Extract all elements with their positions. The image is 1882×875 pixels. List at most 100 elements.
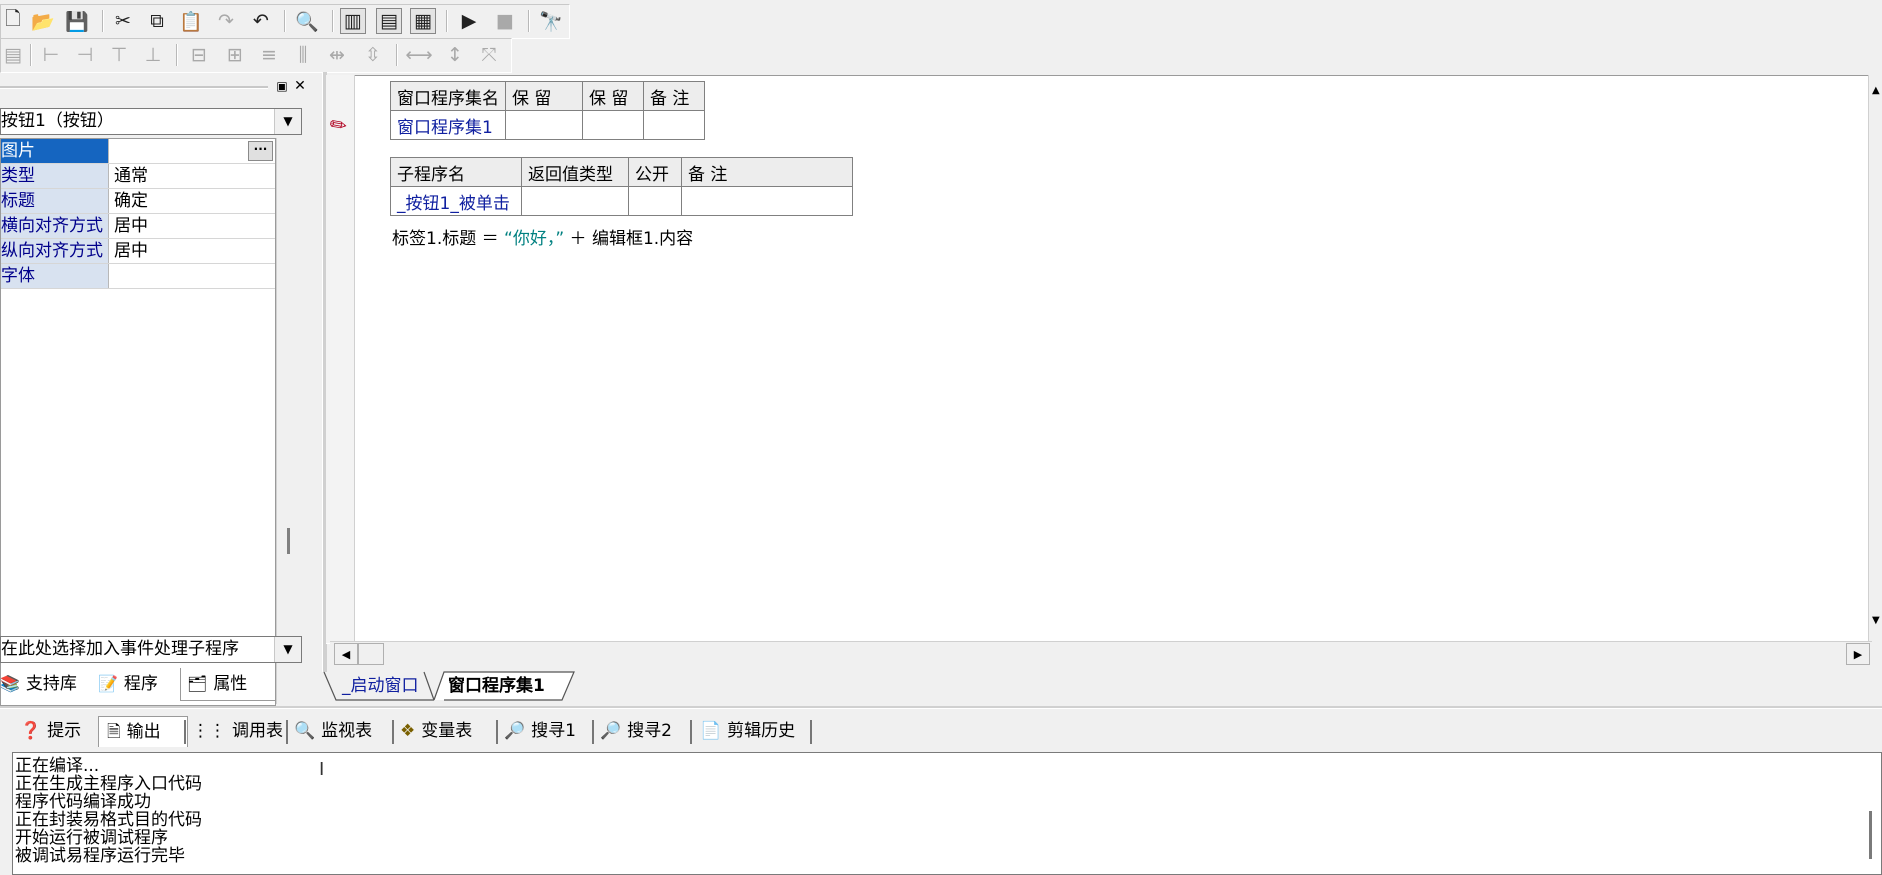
scroll-down-icon[interactable]: ▼	[1872, 615, 1880, 626]
align-top-icon[interactable]: ⊤	[106, 42, 132, 68]
output-line: 程序代码编译成功	[15, 792, 151, 812]
distribute-v-icon[interactable]: ⇳	[360, 42, 386, 68]
chevron-down-icon[interactable]: ▼	[274, 109, 301, 134]
tab-call-table[interactable]: ⋮⋮ 调用表	[192, 716, 283, 746]
prop-row-font[interactable]: 字体	[1, 264, 275, 289]
prop-row-picture[interactable]: 图片 ···	[1, 139, 275, 164]
prop-row-type[interactable]: 类型 通常	[1, 164, 275, 189]
output-scroll-thumb[interactable]	[1869, 811, 1872, 859]
table-cell[interactable]	[643, 110, 705, 140]
event-combo[interactable]: 在此处选择加入事件处理子程序 ▼	[0, 636, 302, 663]
copy-icon[interactable]: ⧉	[144, 8, 170, 34]
table-header: 保 留	[582, 81, 644, 111]
tab-program[interactable]: 📝 程序	[98, 670, 178, 698]
prop-row-caption[interactable]: 标题 确定	[1, 189, 275, 214]
code-text: ＋ 编辑框1.内容	[564, 229, 694, 249]
table-header: 备 注	[643, 81, 705, 111]
chevron-down-icon[interactable]: ▼	[274, 637, 301, 662]
table-cell[interactable]	[521, 186, 629, 216]
output-area[interactable]: 正在编译... 正在生成主程序入口代码 程序代码编译成功 正在封装易格式目的代码…	[12, 752, 1882, 875]
scroll-up-icon[interactable]: ▲	[1872, 85, 1880, 96]
find-icon[interactable]: 🔍	[294, 8, 320, 34]
undo-icon[interactable]: ↶	[248, 8, 274, 34]
prop-name: 纵向对齐方式	[1, 239, 109, 263]
pencil-icon: ✎	[324, 110, 353, 140]
property-grid: 图片 ··· 类型 通常 标题 确定 横向对齐方式 居中 纵向对齐方式 居中 字…	[0, 138, 276, 706]
component-combo[interactable]: 按钮1（按钮） ▼	[0, 108, 302, 135]
restore-icon[interactable]: ▣	[274, 78, 290, 94]
code-line[interactable]: 标签1.标题 ＝ “你好，” ＋ 编辑框1.内容	[392, 224, 693, 249]
prop-value[interactable]: 通常	[114, 164, 148, 188]
table-cell[interactable]	[628, 186, 682, 216]
prop-value[interactable]: 确定	[114, 189, 148, 213]
tab-label: 监视表	[321, 721, 373, 741]
table-cell[interactable]	[505, 110, 583, 140]
prop-value[interactable]: 居中	[114, 214, 148, 238]
prop-row-valign[interactable]: 纵向对齐方式 居中	[1, 239, 275, 264]
tab-output[interactable]: 🗎 输出	[98, 716, 188, 747]
tab-variables[interactable]: ❖ 变量表	[400, 716, 472, 746]
center-h-icon[interactable]: ⊟	[186, 42, 212, 68]
prop-name: 字体	[1, 264, 109, 288]
scroll-thumb[interactable]	[358, 643, 384, 665]
tab-window-assembly[interactable]: 窗口程序集1	[448, 672, 545, 700]
open-folder-icon[interactable]: 📂	[30, 8, 56, 34]
run-icon[interactable]: ▶	[456, 8, 482, 34]
editor-vscroll[interactable]: ▲ ▼	[1868, 75, 1882, 641]
subroutine-name-cell[interactable]: _按钮1_被单击	[390, 186, 522, 216]
close-icon[interactable]: ✕	[292, 78, 308, 94]
new-file-icon[interactable]: 🗋	[0, 8, 26, 34]
scroll-left-icon[interactable]: ◀	[334, 643, 358, 665]
ellipsis-button[interactable]: ···	[248, 141, 273, 161]
paste-icon[interactable]: 📋	[178, 8, 204, 34]
save-icon[interactable]: 💾	[64, 8, 90, 34]
align-left-icon[interactable]: ⊢	[38, 42, 64, 68]
tab-separator	[184, 720, 186, 744]
align-bottom-icon[interactable]: ⊥	[140, 42, 166, 68]
layout2-icon[interactable]: ▤	[376, 8, 402, 34]
table-header: 返回值类型	[521, 157, 629, 187]
tab-clip-history[interactable]: 📄 剪辑历史	[700, 716, 795, 746]
subroutine-table[interactable]: 子程序名 返回值类型 公开 备 注 _按钮1_被单击	[390, 157, 853, 216]
tab-label: 剪辑历史	[727, 721, 796, 741]
space-h-icon[interactable]: ⫼	[290, 42, 316, 68]
prop-value[interactable]: 居中	[114, 239, 148, 263]
align-right-icon[interactable]: ⊣	[72, 42, 98, 68]
assembly-name-cell[interactable]: 窗口程序集1	[390, 110, 506, 140]
editor-hscroll[interactable]: ◀ ▶	[330, 641, 1872, 666]
code-string: “你好，”	[504, 229, 565, 249]
center-v-icon[interactable]: ⊞	[222, 42, 248, 68]
distribute-h-icon[interactable]: ⇹	[324, 42, 350, 68]
tab-properties[interactable]: 🗂 属性	[180, 668, 276, 701]
tab-watch[interactable]: 🔍 监视表	[294, 716, 372, 746]
tab-search2[interactable]: 🔎 搜寻2	[600, 716, 672, 746]
prop-row-halign[interactable]: 横向对齐方式 居中	[1, 214, 275, 239]
same-width-icon[interactable]: ⟷	[405, 42, 432, 68]
table-cell[interactable]	[681, 186, 853, 216]
tab-support-lib[interactable]: 📚 支持库	[0, 670, 90, 698]
scroll-thumb[interactable]	[287, 528, 290, 554]
same-size-icon[interactable]: ⤧	[476, 42, 502, 68]
debug-icon[interactable]: 🔭	[538, 8, 564, 34]
redo-icon[interactable]: ↷	[213, 8, 239, 34]
tab-separator	[592, 720, 594, 744]
space-v-icon[interactable]: ≡	[256, 42, 282, 68]
align-grid-icon[interactable]: ▤	[0, 42, 26, 68]
tab-hint[interactable]: ❓ 提示	[16, 716, 90, 746]
tab-label: 搜寻1	[531, 721, 576, 741]
same-height-icon[interactable]: ↕	[442, 42, 468, 68]
property-scrollbar[interactable]	[276, 138, 303, 704]
scroll-right-icon[interactable]: ▶	[1846, 643, 1870, 665]
table-header: 公开	[628, 157, 682, 187]
panel-divider	[0, 706, 1882, 709]
tab-start-window[interactable]: _启动窗口	[342, 672, 419, 700]
prop-name: 标题	[1, 189, 109, 213]
assembly-table[interactable]: 窗口程序集名 保 留 保 留 备 注 窗口程序集1	[390, 81, 705, 140]
cut-icon[interactable]: ✂	[110, 8, 136, 34]
tab-search1[interactable]: 🔎 搜寻1	[504, 716, 576, 746]
search-doc-icon: 🔎	[600, 721, 622, 741]
table-cell[interactable]	[582, 110, 644, 140]
layout3-icon[interactable]: ▦	[410, 8, 436, 34]
stop-icon[interactable]: ■	[492, 8, 518, 34]
layout1-icon[interactable]: ▥	[340, 8, 366, 34]
